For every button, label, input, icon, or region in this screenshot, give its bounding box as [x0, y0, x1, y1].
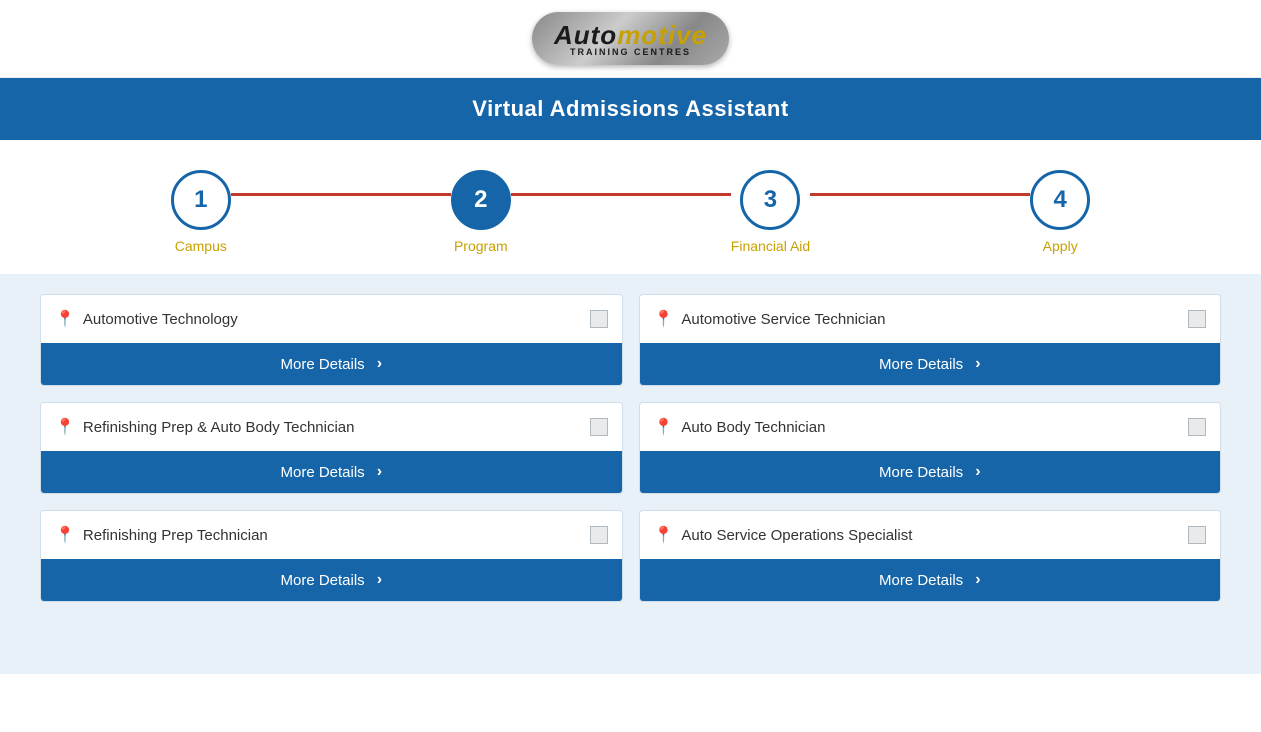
program-card-left-automotive-technology: 📍 Automotive Technology — [55, 309, 238, 329]
pin-icon-automotive-technology: 📍 — [55, 309, 75, 329]
pin-icon-refinishing-prep-technician: 📍 — [55, 525, 75, 545]
program-checkbox-refinishing-prep-technician[interactable] — [590, 526, 608, 544]
more-details-label-auto-body-technician: More Details — [879, 464, 963, 481]
program-card-auto-service-operations-specialist: 📍 Auto Service Operations Specialist Mor… — [639, 510, 1222, 602]
more-details-button-automotive-technology[interactable]: More Details › — [41, 343, 622, 385]
chevron-icon-refinishing-prep-auto-body: › — [377, 463, 382, 481]
more-details-label-refinishing-prep-auto-body: More Details — [280, 464, 364, 481]
program-card-header-refinishing-prep-auto-body: 📍 Refinishing Prep & Auto Body Technicia… — [41, 403, 622, 451]
step-4-label: Apply — [1043, 238, 1078, 254]
program-name-auto-body-technician: Auto Body Technician — [681, 419, 825, 436]
connector-3-4 — [810, 193, 1030, 196]
program-card-left-auto-service-operations-specialist: 📍 Auto Service Operations Specialist — [654, 525, 913, 545]
more-details-button-automotive-service-technician[interactable]: More Details › — [640, 343, 1221, 385]
program-card-header-automotive-technology: 📍 Automotive Technology — [41, 295, 622, 343]
step-3-circle: 3 — [740, 170, 800, 230]
more-details-button-refinishing-prep-technician[interactable]: More Details › — [41, 559, 622, 601]
more-details-label-auto-service-operations-specialist: More Details — [879, 572, 963, 589]
program-name-automotive-technology: Automotive Technology — [83, 311, 238, 328]
program-name-refinishing-prep-auto-body: Refinishing Prep & Auto Body Technician — [83, 419, 355, 436]
more-details-button-auto-body-technician[interactable]: More Details › — [640, 451, 1221, 493]
program-name-auto-service-operations-specialist: Auto Service Operations Specialist — [681, 527, 912, 544]
program-card-refinishing-prep-technician: 📍 Refinishing Prep Technician More Detai… — [40, 510, 623, 602]
more-details-label-automotive-technology: More Details — [280, 356, 364, 373]
program-card-left-automotive-service-technician: 📍 Automotive Service Technician — [654, 309, 886, 329]
chevron-icon-refinishing-prep-technician: › — [377, 571, 382, 589]
program-checkbox-auto-service-operations-specialist[interactable] — [1188, 526, 1206, 544]
program-card-automotive-service-technician: 📍 Automotive Service Technician More Det… — [639, 294, 1222, 386]
program-card-header-auto-body-technician: 📍 Auto Body Technician — [640, 403, 1221, 451]
more-details-label-automotive-service-technician: More Details — [879, 356, 963, 373]
step-2[interactable]: 2 Program — [451, 170, 511, 254]
logo-sub: TRAINING CENTRES — [554, 47, 707, 57]
pin-icon-auto-body-technician: 📍 — [654, 417, 674, 437]
step-2-circle: 2 — [451, 170, 511, 230]
logo-text-auto: Auto — [554, 20, 617, 50]
chevron-icon-auto-service-operations-specialist: › — [975, 571, 980, 589]
program-card-header-refinishing-prep-technician: 📍 Refinishing Prep Technician — [41, 511, 622, 559]
chevron-icon-auto-body-technician: › — [975, 463, 980, 481]
banner-title: Virtual Admissions Assistant — [472, 96, 788, 121]
step-4-circle: 4 — [1030, 170, 1090, 230]
stepper-inner: 1 Campus 2 Program 3 Financial Aid 4 — [171, 170, 1090, 254]
program-card-left-auto-body-technician: 📍 Auto Body Technician — [654, 417, 826, 437]
more-details-button-refinishing-prep-auto-body[interactable]: More Details › — [41, 451, 622, 493]
logo-text-motive: motive — [617, 20, 707, 50]
more-details-button-auto-service-operations-specialist[interactable]: More Details › — [640, 559, 1221, 601]
program-card-left-refinishing-prep-technician: 📍 Refinishing Prep Technician — [55, 525, 268, 545]
connector-1-2 — [231, 193, 451, 196]
step-2-label: Program — [454, 238, 508, 254]
step-1-label: Campus — [175, 238, 227, 254]
step-4[interactable]: 4 Apply — [1030, 170, 1090, 254]
logo: Automotive TRAINING CENTRES — [532, 12, 729, 65]
more-details-label-refinishing-prep-technician: More Details — [280, 572, 364, 589]
program-card-auto-body-technician: 📍 Auto Body Technician More Details › — [639, 402, 1222, 494]
step-1-circle: 1 — [171, 170, 231, 230]
step-3[interactable]: 3 Financial Aid — [731, 170, 810, 254]
connector-2-3 — [511, 193, 731, 196]
program-checkbox-auto-body-technician[interactable] — [1188, 418, 1206, 436]
header: Automotive TRAINING CENTRES — [0, 0, 1261, 78]
program-card-automotive-technology: 📍 Automotive Technology More Details › — [40, 294, 623, 386]
programs-grid: 📍 Automotive Technology More Details › 📍… — [40, 294, 1221, 602]
program-card-header-auto-service-operations-specialist: 📍 Auto Service Operations Specialist — [640, 511, 1221, 559]
program-card-header-automotive-service-technician: 📍 Automotive Service Technician — [640, 295, 1221, 343]
chevron-icon-automotive-technology: › — [377, 355, 382, 373]
program-name-refinishing-prep-technician: Refinishing Prep Technician — [83, 527, 268, 544]
pin-icon-refinishing-prep-auto-body: 📍 — [55, 417, 75, 437]
program-card-refinishing-prep-auto-body: 📍 Refinishing Prep & Auto Body Technicia… — [40, 402, 623, 494]
program-checkbox-refinishing-prep-auto-body[interactable] — [590, 418, 608, 436]
step-3-label: Financial Aid — [731, 238, 810, 254]
step-1[interactable]: 1 Campus — [171, 170, 231, 254]
program-card-left-refinishing-prep-auto-body: 📍 Refinishing Prep & Auto Body Technicia… — [55, 417, 354, 437]
stepper: 1 Campus 2 Program 3 Financial Aid 4 — [0, 140, 1261, 274]
pin-icon-automotive-service-technician: 📍 — [654, 309, 674, 329]
chevron-icon-automotive-service-technician: › — [975, 355, 980, 373]
program-checkbox-automotive-technology[interactable] — [590, 310, 608, 328]
program-checkbox-automotive-service-technician[interactable] — [1188, 310, 1206, 328]
program-name-automotive-service-technician: Automotive Service Technician — [681, 311, 885, 328]
pin-icon-auto-service-operations-specialist: 📍 — [654, 525, 674, 545]
programs-section: 📍 Automotive Technology More Details › 📍… — [0, 274, 1261, 674]
page-banner: Virtual Admissions Assistant — [0, 78, 1261, 140]
